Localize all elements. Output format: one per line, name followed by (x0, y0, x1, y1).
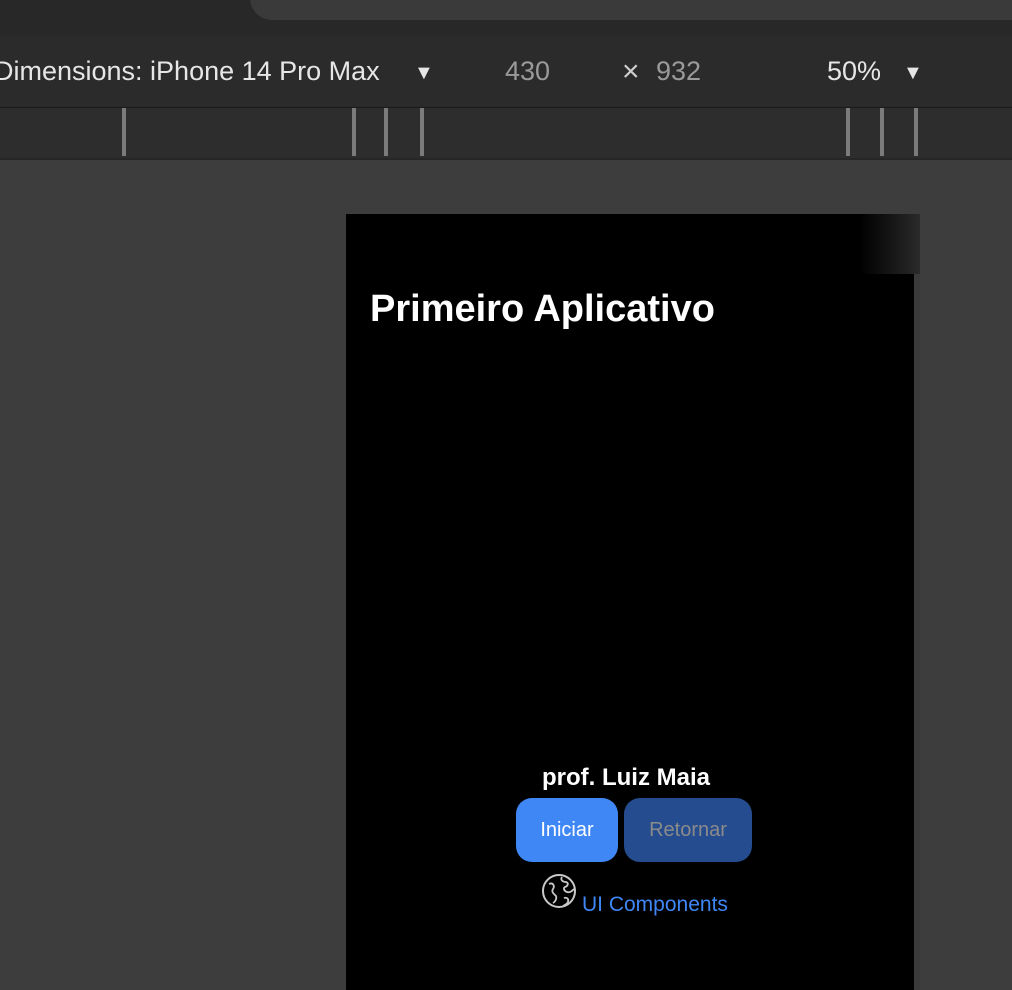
ruler-tick[interactable] (846, 108, 850, 156)
devtools-device-view: Dimensions: iPhone 14 Pro Max ▼ 430 × 93… (0, 0, 1012, 990)
zoom-select[interactable]: 50% (827, 56, 881, 87)
dimension-separator-icon: × (622, 55, 640, 88)
globe-icon (542, 874, 576, 908)
browser-tab-edge (250, 0, 1012, 20)
ui-components-link[interactable]: UI Components (582, 893, 728, 917)
device-edge (914, 274, 920, 990)
device-toolbar: Dimensions: iPhone 14 Pro Max ▼ 430 × 93… (0, 36, 1012, 108)
dimensions-select[interactable]: Dimensions: iPhone 14 Pro Max (0, 56, 394, 87)
start-button[interactable]: Iniciar (516, 798, 618, 862)
author-label: prof. Luiz Maia (542, 764, 710, 791)
media-query-ruler (0, 108, 1012, 160)
app-title: Primeiro Aplicativo (370, 288, 715, 330)
browser-top-strip (0, 0, 1012, 36)
back-button[interactable]: Retornar (624, 798, 752, 862)
ruler-tick[interactable] (384, 108, 388, 156)
ruler-tick[interactable] (352, 108, 356, 156)
device-corner-shadow (860, 214, 920, 274)
ruler-tick[interactable] (122, 108, 126, 156)
viewport-height-input[interactable]: 932 (656, 56, 701, 87)
ruler-tick[interactable] (420, 108, 424, 156)
dimensions-dropdown-icon[interactable]: ▼ (414, 62, 434, 85)
device-screen: Primeiro Aplicativo prof. Luiz Maia Inic… (346, 214, 920, 990)
ruler-tick[interactable] (880, 108, 884, 156)
ruler-tick[interactable] (914, 108, 918, 156)
viewport-width-input[interactable]: 430 (505, 56, 550, 87)
zoom-dropdown-icon[interactable]: ▼ (903, 62, 923, 85)
